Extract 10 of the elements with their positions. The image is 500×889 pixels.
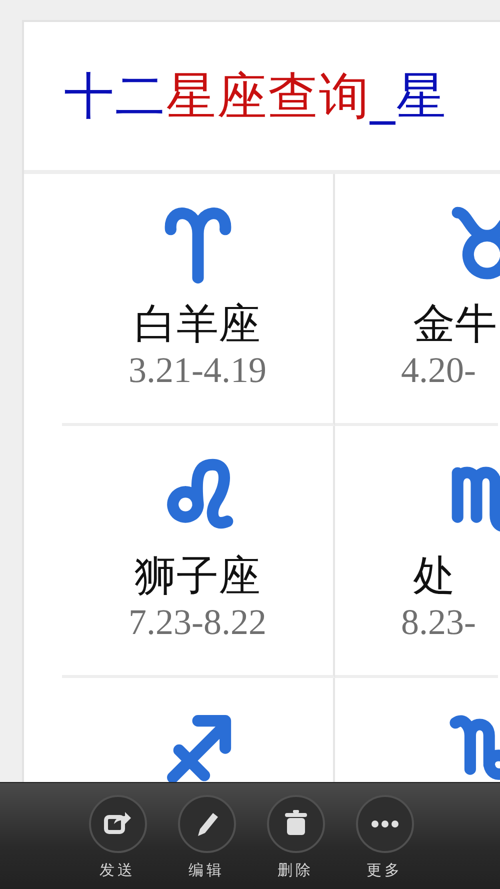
sign-name: 处 bbox=[413, 550, 455, 602]
sign-name: 白羊座 bbox=[134, 298, 260, 350]
date-range: 7.23-8.22 bbox=[128, 602, 266, 642]
page-title: 十二星座查询_星 bbox=[64, 66, 447, 127]
more-icon bbox=[370, 820, 398, 828]
sign-name: 金牛 bbox=[413, 298, 497, 350]
date-range: 8.23- bbox=[401, 602, 476, 642]
date-range: 3.21-4.19 bbox=[128, 350, 266, 390]
date-range: 4.20- bbox=[401, 350, 476, 390]
sign-name: 狮子座 bbox=[134, 550, 260, 602]
